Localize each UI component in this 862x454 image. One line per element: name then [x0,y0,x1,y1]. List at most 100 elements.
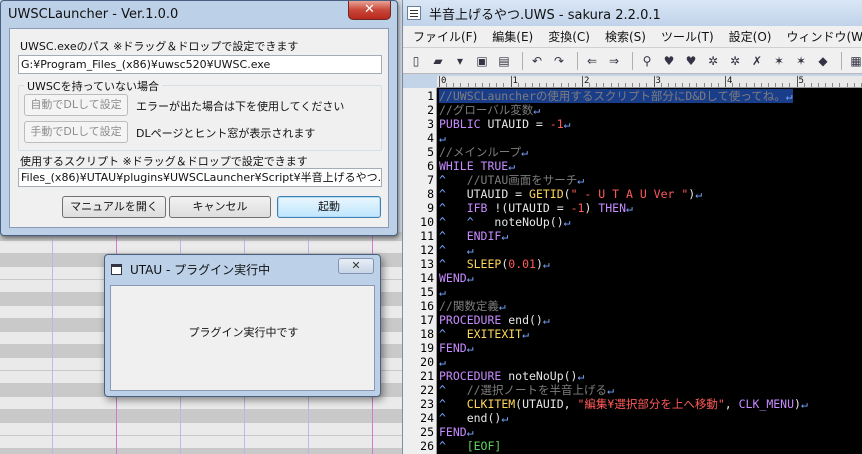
save-icon[interactable]: ▣ [473,52,491,70]
settings-icon[interactable]: ▦ [847,52,862,70]
jump-back-icon[interactable]: ⇐ [583,52,601,70]
sakura-title-bar[interactable]: 半音上げるやつ.UWS - sakura 2.2.0.1 [403,0,862,26]
ruler-minor-tick [667,83,669,87]
ruler-minor-tick [782,83,784,87]
ruler-minor-tick [817,83,819,87]
code-token-marker: ↵ [439,355,446,369]
menu-item[interactable]: ウィンドウ(W [786,28,862,45]
ruler-minor-tick [746,83,748,87]
code-token-marker: ↵ [501,229,509,243]
ruler-minor-tick [589,83,591,87]
launch-button[interactable]: 起動 [277,196,381,218]
ruler-minor-tick [610,83,612,87]
ruler-minor-tick [810,83,812,87]
code-token-marker: ↵ [800,397,808,411]
exe-path-label: UWSC.exeのパス ※ドラッグ＆ドロップで設定できます [20,40,299,53]
ruler-minor-tick [646,83,648,87]
bookmark-icon[interactable]: ✶ [770,52,788,70]
code-token-keyword: PUBLIC [439,117,481,131]
line-number: 11 [420,229,434,243]
uwsc-title-bar[interactable]: UWSCLauncher - Ver.1.0.0 [1,1,397,27]
line-number: 7 [427,173,434,187]
code-line: ^ SLEEP(0.01)↵ [439,257,550,271]
menu-item[interactable]: ツール(T) [661,28,714,45]
redo-icon[interactable]: ↷ [550,52,568,70]
code-editor[interactable]: 1 2 3 4 5 6 7 8 9 10 11 12 13 14 15 16 17 18 19 20 21 22 23 24 2… [403,88,862,454]
uwsc-close-button[interactable]: ✕ [348,1,391,20]
code-token-keyword: PROCEDURE [439,369,502,383]
line-number: 9 [427,201,434,215]
ruler-minor-tick [531,83,533,87]
code-token-text: (UTAUID, [515,397,578,411]
sakura-toolbar: ▯▰▾▣▤↶↷⇐⇒⚲♥♥✲✲✗✶✶◆▦▥ [403,48,862,74]
menu-item[interactable]: 変換(C) [548,28,590,45]
code-token-marker: ↵ [521,145,529,159]
menu-item[interactable]: 編集(E) [492,28,533,45]
code-token-text: ) [535,257,543,271]
line-number: 16 [420,299,434,313]
auto-dl-note: エラーが出た場合は下を使用してください [136,100,345,113]
menu-item[interactable]: 検索(S) [605,28,646,45]
bookmark-next-icon[interactable]: ✶ [792,52,810,70]
code-line: //グローバル変数↵ [439,103,540,117]
exe-path-field[interactable]: G:¥Program_Files_(x86)¥uwsc520¥UWSC.exe [18,55,382,74]
sakura-title: 半音上げるやつ.UWS - sakura 2.2.0.1 [429,7,661,23]
line-number: 17 [420,313,434,327]
piano-roll-gridline [52,232,53,454]
line-number: 24 [420,411,434,425]
line-number: 18 [420,327,434,341]
code-token-marker: ^ [439,173,467,187]
code-token-function: CLKITEM [466,397,516,411]
code-token-function: GETID [529,187,564,201]
code-token-keyword: THEN [598,201,626,215]
code-token-string: "編集¥選択部分を上へ移動" [577,397,725,411]
code-token-marker: ↵ [466,271,474,285]
compare-icon[interactable]: ◆ [814,52,832,70]
open-folder-icon[interactable]: ▰ [429,52,447,70]
menu-item[interactable]: 設定(O) [729,28,772,45]
code-token-keyword: IFB [466,201,488,215]
open-manual-button[interactable]: マニュアルを開く [62,196,166,218]
ruler-minor-tick [503,83,505,87]
undo-icon[interactable]: ↶ [528,52,546,70]
code-token-text: noteNoUp() [494,215,564,229]
search-clear-icon[interactable]: ✗ [748,52,766,70]
cancel-button[interactable]: キャンセル [169,196,271,218]
code-token-keyword: ENDIF [466,229,502,243]
code-token-comment: //UTAU画面をサーチ [466,173,578,187]
plugin-close-button[interactable]: ✕ [338,258,374,274]
line-number: 12 [420,243,434,257]
search-up-icon[interactable]: ♥ [682,52,700,70]
code-token-keyword: WEND [439,271,467,285]
ruler-minor-tick [546,83,548,87]
grep-icon[interactable]: ✲ [704,52,722,70]
search-icon[interactable]: ⚲ [638,52,656,70]
code-token-marker: ↵ [508,159,516,173]
code-token-number: -1 [570,201,585,215]
code-token-text: ) [794,397,801,411]
auto-dl-button[interactable]: 自動でDLして設定 [24,94,128,116]
jump-forward-icon[interactable]: ⇒ [605,52,623,70]
code-line: ^ ↵ [439,243,474,257]
dropdown-arrow-icon[interactable]: ▾ [451,52,469,70]
new-file-icon[interactable]: ▯ [407,52,425,70]
ruler-minor-tick [703,83,705,87]
ruler-minor-tick [825,83,827,87]
replace-icon[interactable]: ✲ [726,52,744,70]
line-number: 4 [427,131,434,145]
code-token-keyword: FEND [439,425,467,439]
script-path-field[interactable]: Files_(x86)¥UTAU¥plugins¥UWSCLauncher¥Sc… [18,168,382,187]
code-token-text: end() [466,411,502,425]
ruler-minor-tick [460,83,462,87]
ruler-minor-tick [467,83,469,87]
code-token-text: end() [501,313,543,327]
menu-item[interactable]: ファイル(F) [413,28,477,45]
manual-dl-button[interactable]: 手動でDLして設定 [24,121,128,143]
code-line: ^ //選択ノートを半音上げる↵ [439,383,614,397]
search-down-icon[interactable]: ♥ [660,52,678,70]
line-number: 10 [420,215,434,229]
code-token-marker: ^ ↵ [439,243,474,257]
code-token-marker: ↵ [522,327,530,341]
save-all-icon[interactable]: ▤ [495,52,513,70]
code-token-marker: ↵ [577,173,585,187]
